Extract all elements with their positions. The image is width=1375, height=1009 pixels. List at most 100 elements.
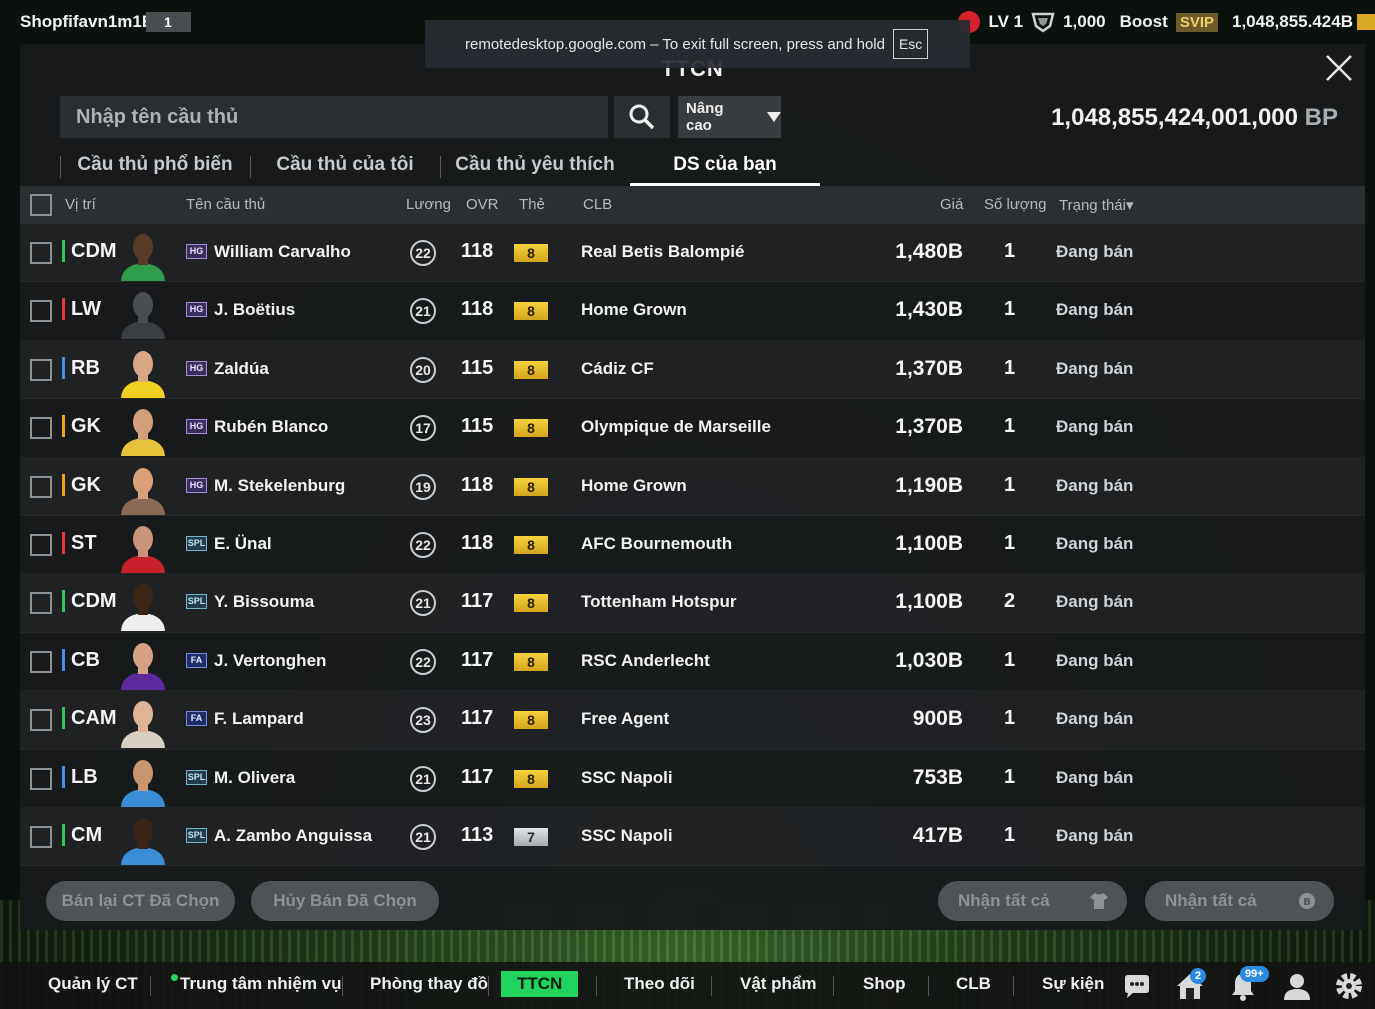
search-button[interactable] (614, 96, 670, 138)
nav-divider (928, 976, 929, 996)
player-name[interactable]: M. Stekelenburg (214, 476, 345, 496)
receive-all-players-button[interactable]: Nhận tất cả (938, 881, 1127, 921)
tab-my-players[interactable]: Cầu thủ của tôi (250, 148, 440, 186)
close-icon (1326, 55, 1352, 81)
tab-bar: Cầu thủ phổ biến Cầu thủ của tôi Cầu thủ… (60, 148, 820, 186)
nav-items[interactable]: Vật phẩm (740, 974, 817, 994)
close-button[interactable] (1323, 52, 1355, 84)
listing-price: 1,030B (895, 648, 963, 672)
nav-shop[interactable]: Shop (863, 974, 906, 994)
player-name[interactable]: Rubén Blanco (214, 417, 328, 437)
season-badge: SPL (186, 535, 207, 551)
col-price[interactable]: Giá (940, 196, 963, 213)
top-stats: LV 1 1,000 Boost SVIP 1,048,855.424B (958, 10, 1375, 34)
row-checkbox[interactable] (30, 825, 52, 848)
player-salary: 19 (410, 473, 436, 500)
row-checkbox[interactable] (30, 417, 52, 440)
cancel-selected-button[interactable]: Hủy Bán Đã Chọn (251, 881, 439, 921)
row-checkbox[interactable] (30, 358, 52, 381)
row-checkbox[interactable] (30, 709, 52, 732)
table-row[interactable]: CB FA J. Vertonghen 22 117 8 RSC Anderlecht 1,0… (20, 633, 1365, 692)
select-all-checkbox[interactable] (30, 194, 52, 216)
listing-status: Đang bán (1056, 709, 1134, 729)
player-name[interactable]: E. Ünal (214, 534, 272, 554)
chat-button[interactable] (1121, 970, 1153, 1002)
nav-transfer-market[interactable]: TTCN (501, 971, 579, 997)
nav-player-management[interactable]: Quản lý CT (48, 974, 138, 994)
table-row[interactable]: CAM FA F. Lampard 23 117 8 Free Agent 900B 1 Đang… (20, 691, 1365, 750)
col-status[interactable]: Trạng thái▾ (1059, 196, 1134, 214)
table-row[interactable]: GK HG Rubén Blanco 17 115 8 Olympique de Marse… (20, 399, 1365, 458)
svg-text:B: B (1303, 897, 1311, 908)
row-checkbox[interactable] (30, 650, 52, 673)
table-row[interactable]: LB SPL M. Olivera 21 117 8 SSC Napoli 753B 1 Đang… (20, 750, 1365, 808)
row-checkbox[interactable] (30, 300, 52, 323)
nav-club[interactable]: CLB (956, 974, 991, 994)
nav-watchlist[interactable]: Theo dõi (624, 974, 695, 994)
table-row[interactable]: GK HG M. Stekelenburg 19 118 8 Home Grown 1,190… (20, 457, 1365, 516)
listing-status: Đang bán (1056, 533, 1134, 553)
player-club: Cádiz CF (581, 358, 654, 378)
player-name[interactable]: Y. Bissouma (214, 592, 314, 612)
nav-mission-center[interactable]: Trung tâm nhiệm vụ (180, 974, 342, 994)
settings-button[interactable] (1333, 970, 1365, 1002)
nav-locker-room[interactable]: Phòng thay đồ (370, 974, 488, 994)
col-card[interactable]: Thẻ (519, 196, 545, 213)
nav-events[interactable]: Sự kiện (1042, 974, 1104, 994)
season-badge: SPL (186, 594, 207, 610)
listing-price: 1,480B (895, 240, 963, 263)
receive-all-bp-button[interactable]: Nhận tất cả B (1145, 881, 1334, 921)
col-quantity[interactable]: Số lượng (984, 196, 1046, 213)
advanced-filter-dropdown[interactable]: Nâng cao (678, 96, 781, 138)
tab-my-listings[interactable]: DS của bạn (630, 148, 820, 186)
player-avatar (121, 467, 165, 515)
row-checkbox[interactable] (30, 592, 52, 615)
player-club: SSC Napoli (581, 767, 673, 787)
listing-price: 1,430B (895, 298, 963, 322)
col-salary[interactable]: Lương (406, 196, 451, 213)
player-name[interactable]: Zaldúa (214, 359, 269, 379)
player-name[interactable]: J. Boëtius (214, 300, 295, 320)
listing-status: Đang bán (1056, 417, 1134, 437)
col-position[interactable]: Vị trí (65, 196, 96, 213)
table-row[interactable]: CM SPL A. Zambo Anguissa 21 113 7 SSC Napoli 41… (20, 807, 1365, 867)
boost-label[interactable]: Boost (1120, 12, 1168, 32)
player-salary: 22 (410, 531, 436, 558)
search-input[interactable] (60, 96, 608, 138)
shield-points: 1,000 (1063, 12, 1106, 31)
resell-selected-button[interactable]: Bán lại CT Đã Chọn (46, 881, 235, 921)
player-position: LB (62, 765, 98, 788)
row-checkbox[interactable] (30, 767, 52, 790)
player-salary: 21 (410, 298, 436, 325)
table-row[interactable]: LW HG J. Boëtius 21 118 8 Home Grown 1,430B 1 Đan… (20, 282, 1365, 341)
col-ovr[interactable]: OVR (466, 196, 499, 213)
tab-favorite-players[interactable]: Cầu thủ yêu thích (440, 148, 630, 186)
col-name[interactable]: Tên cầu thủ (186, 196, 265, 213)
season-badge: HG (186, 302, 207, 318)
row-checkbox[interactable] (30, 242, 52, 264)
player-name[interactable]: A. Zambo Anguissa (214, 826, 372, 846)
listing-status: Đang bán (1056, 825, 1134, 845)
chat-icon (1125, 975, 1149, 998)
table-row[interactable]: CDM SPL Y. Bissouma 21 117 8 Tottenham Hotspur… (20, 574, 1365, 633)
notifications-button[interactable]: 99+ (1227, 966, 1269, 1002)
col-club[interactable]: CLB (583, 196, 612, 213)
row-checkbox[interactable] (30, 533, 52, 556)
player-name[interactable]: J. Vertonghen (214, 651, 326, 671)
upgrade-grade-badge: 8 (514, 419, 548, 438)
tab-popular-players[interactable]: Cầu thủ phổ biến (60, 148, 250, 186)
listing-price: 1,370B (895, 356, 963, 380)
receive-all-players-label: Nhận tất cả (958, 891, 1050, 910)
mailbox-button[interactable]: 2 (1174, 968, 1207, 1002)
player-avatar (121, 350, 165, 398)
table-row[interactable]: ST SPL E. Ünal 22 118 8 AFC Bournemouth 1,100B 1… (20, 516, 1365, 575)
profile-button[interactable] (1281, 970, 1313, 1002)
table-row[interactable]: RB HG Zaldúa 20 115 8 Cádiz CF 1,370B 1 Đang bán (20, 340, 1365, 400)
player-name[interactable]: M. Olivera (214, 768, 295, 788)
bp-balance: 1,048,855.424B (1232, 12, 1353, 31)
table-row[interactable]: CDM HG William Carvalho 22 118 8 Real Betis Ba… (20, 224, 1365, 283)
row-checkbox[interactable] (30, 475, 52, 498)
player-name[interactable]: William Carvalho (214, 242, 351, 262)
player-name[interactable]: F. Lampard (214, 709, 304, 729)
player-ovr: 115 (461, 415, 494, 438)
